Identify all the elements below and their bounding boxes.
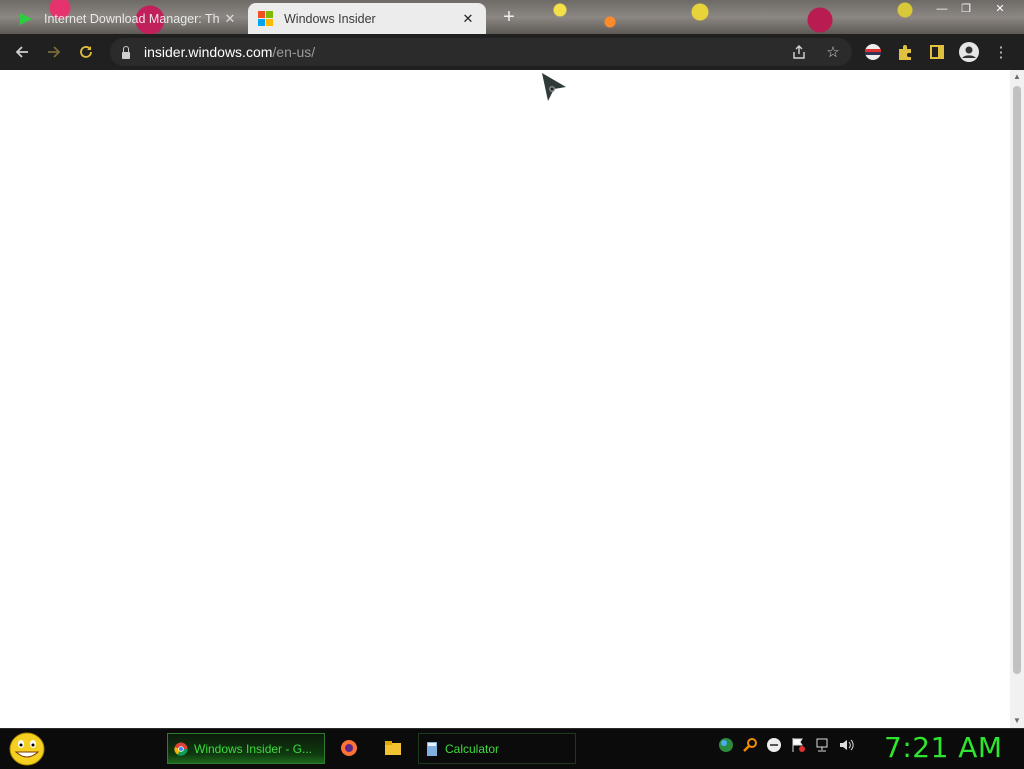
firefox-icon[interactable]: [340, 739, 358, 757]
mouse-cursor-icon: [542, 73, 566, 101]
vertical-scrollbar[interactable]: ▲ ▼: [1010, 70, 1024, 728]
file-explorer-icon[interactable]: [384, 739, 402, 757]
side-panel-icon[interactable]: [926, 41, 948, 63]
reload-button[interactable]: [70, 36, 102, 68]
arrow-right-icon: [48, 46, 61, 58]
scroll-up-icon[interactable]: ▲: [1010, 70, 1024, 84]
action-center-flag-icon[interactable]: [790, 737, 806, 753]
tab-windows-insider[interactable]: Windows Insider ✕: [248, 3, 486, 34]
address-bar[interactable]: insider.windows.com/en-us/ ☆: [110, 38, 852, 66]
arrow-left-icon: [15, 46, 28, 58]
tab-idm[interactable]: Internet Download Manager: Th ✕: [8, 3, 248, 34]
tab-strip: Internet Download Manager: Th ✕ Windows …: [0, 0, 1024, 34]
menu-kebab-icon[interactable]: ⋮: [990, 41, 1012, 63]
omnibox-actions: ☆: [788, 38, 844, 66]
url-domain: insider.windows.com: [144, 44, 273, 60]
network-connection-icon[interactable]: [814, 737, 830, 753]
taskbar-clock[interactable]: 7:21 AM: [884, 731, 1003, 764]
minimize-button[interactable]: —: [930, 0, 954, 18]
smiley-start-icon[interactable]: [8, 732, 46, 766]
bookmark-star-icon[interactable]: ☆: [822, 41, 844, 63]
close-window-button[interactable]: ✕: [988, 0, 1012, 18]
close-icon[interactable]: ✕: [460, 11, 476, 27]
page-content[interactable]: [0, 70, 1010, 728]
close-icon[interactable]: ✕: [222, 11, 238, 27]
taskbar-item-chrome[interactable]: Windows Insider - G...: [167, 733, 325, 764]
chat-bubble-icon[interactable]: [766, 737, 782, 753]
extensions-puzzle-icon[interactable]: [894, 41, 916, 63]
taskbar: Windows Insider - G... Calculator 7:21 A…: [0, 728, 1024, 769]
search-magnifier-icon[interactable]: [742, 737, 758, 753]
new-tab-button[interactable]: +: [498, 6, 520, 28]
calculator-icon: [427, 741, 437, 756]
tab-title: Windows Insider: [284, 11, 376, 26]
scroll-down-icon[interactable]: ▼: [1010, 714, 1024, 728]
taskbar-item-calculator[interactable]: Calculator: [418, 733, 576, 764]
microsoft-logo-icon: [258, 10, 274, 27]
url-path: /en-us/: [272, 44, 316, 60]
system-tray: [718, 737, 854, 753]
restore-button[interactable]: ❐: [954, 0, 978, 18]
extension-flag-icon[interactable]: [862, 41, 884, 63]
volume-speaker-icon[interactable]: [838, 737, 854, 753]
profile-avatar-icon[interactable]: [958, 41, 980, 63]
forward-button[interactable]: [38, 36, 70, 68]
idm-logo-icon: [20, 12, 32, 25]
taskbar-item-label: Windows Insider - G...: [194, 741, 313, 756]
reload-icon: [80, 46, 92, 58]
scroll-thumb[interactable]: [1013, 86, 1021, 674]
lock-icon[interactable]: [122, 45, 130, 59]
chrome-icon: [174, 742, 188, 756]
network-globe-icon[interactable]: [718, 737, 734, 753]
taskbar-item-label: Calculator: [445, 741, 500, 756]
url-text[interactable]: insider.windows.com/en-us/: [144, 44, 315, 60]
share-icon[interactable]: [788, 41, 810, 63]
tab-title: Internet Download Manager: Th: [44, 11, 220, 26]
toolbar-right-icons: ⋮: [862, 38, 1012, 66]
back-button[interactable]: [6, 36, 38, 68]
